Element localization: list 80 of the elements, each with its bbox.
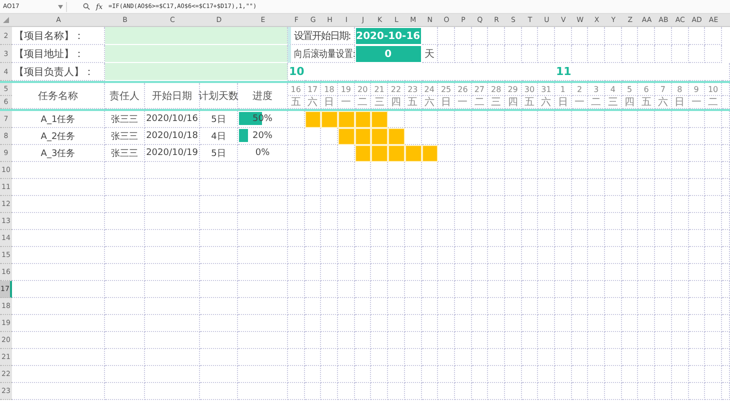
day-number: 18: [321, 83, 338, 96]
owner-cell: 张三三: [105, 145, 145, 162]
weekday-label: 六: [538, 96, 555, 109]
day-number: 16: [288, 83, 305, 96]
weekday-label: 六: [655, 96, 672, 109]
duration-cell: 4日: [200, 128, 238, 145]
day-number: 8: [672, 83, 688, 96]
day-number: 9: [688, 83, 706, 96]
task-name-cell: A_2任务: [12, 128, 105, 145]
owner-cell: 张三三: [105, 128, 145, 145]
task-name-cell: A_3任务: [12, 145, 105, 162]
day-number: 22: [388, 83, 405, 96]
weekday-label: 三: [605, 96, 622, 109]
day-number: 26: [454, 83, 472, 96]
select-all-icon[interactable]: [3, 17, 9, 23]
progress-text: 20%: [252, 131, 272, 141]
day-number: 1: [555, 83, 572, 96]
weekday-label: 日: [438, 96, 455, 109]
day-number: 3: [588, 83, 606, 96]
weekday-label: 三: [488, 96, 505, 109]
day-number: 2: [572, 83, 588, 96]
day-number: 7: [655, 83, 672, 96]
day-number: 25: [438, 83, 455, 96]
weekday-label: 二: [588, 96, 606, 109]
weekday-label: 一: [572, 96, 588, 109]
duration-cell: 5日: [200, 111, 238, 128]
weekday-label: 日: [555, 96, 572, 109]
owner-cell: 张三三: [105, 111, 145, 128]
weekday-label: 日: [672, 96, 688, 109]
day-number: 17: [304, 83, 322, 96]
day-number: 30: [522, 83, 538, 96]
weekday-label: 四: [504, 96, 522, 109]
caret-icon: [58, 4, 63, 8]
day-number: 10: [705, 83, 722, 96]
table-header: 进度: [238, 83, 288, 109]
weekday-label: 四: [622, 96, 638, 109]
duration-cell: 5日: [200, 145, 238, 162]
weekday-label: 四: [388, 96, 405, 109]
weekday-label: 三: [371, 96, 388, 109]
start-date-cell: 2020/10/16: [145, 111, 200, 128]
weekday-label: 五: [288, 96, 305, 109]
day-number: 24: [422, 83, 438, 96]
day-number: 28: [488, 83, 505, 96]
month-label: 10: [289, 65, 304, 78]
day-number: 20: [354, 83, 372, 96]
weekday-label: 日: [321, 96, 338, 109]
task-name-cell: A_1任务: [12, 111, 105, 128]
day-number: 29: [504, 83, 522, 96]
month-label: 11: [556, 65, 572, 78]
start-date-cell: 2020/10/19: [145, 145, 200, 162]
weekday-label: 六: [304, 96, 322, 109]
day-number: 4: [605, 83, 622, 96]
weekday-label: 五: [404, 96, 422, 109]
day-number: 31: [538, 83, 555, 96]
unit-label: 天: [422, 45, 438, 63]
zoom-icon[interactable]: [83, 3, 90, 10]
field-value-cell[interactable]: [105, 27, 288, 45]
weekday-label: 一: [688, 96, 706, 109]
progress-text: 0%: [255, 148, 270, 158]
field-value-cell[interactable]: [105, 63, 288, 81]
day-number: 19: [338, 83, 355, 96]
table-header: 计划天数: [200, 83, 238, 109]
weekday-label: 一: [338, 96, 355, 109]
table-header: 责任人: [105, 83, 145, 109]
weekday-label: 二: [354, 96, 372, 109]
weekday-label: 二: [472, 96, 488, 109]
scroll-label: 向后滚动量设置:: [294, 48, 356, 60]
weekday-label: 二: [705, 96, 722, 109]
weekday-label: 五: [638, 96, 656, 109]
day-number: 27: [472, 83, 488, 96]
day-number: 5: [622, 83, 638, 96]
weekday-label: 六: [422, 96, 438, 109]
day-number: 6: [638, 83, 656, 96]
table-header: 开始日期: [145, 83, 200, 109]
weekday-label: 五: [522, 96, 538, 109]
start-date-cell: 2020/10/18: [145, 128, 200, 145]
weekday-label: 一: [454, 96, 472, 109]
field-value-cell[interactable]: [105, 45, 288, 63]
day-number: 23: [404, 83, 422, 96]
day-number: 21: [371, 83, 388, 96]
